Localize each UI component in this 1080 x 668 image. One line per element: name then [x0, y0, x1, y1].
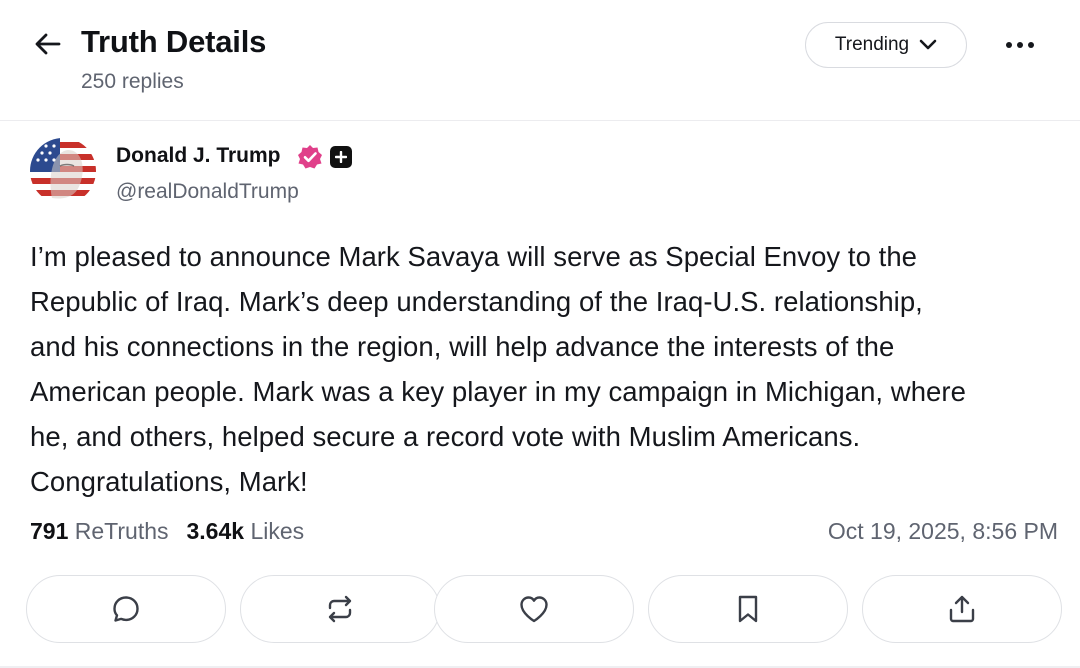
- header: Truth Details 250 replies Trending: [0, 0, 1080, 121]
- sort-label: Trending: [834, 34, 910, 55]
- retruths-label[interactable]: ReTruths: [75, 518, 169, 544]
- chevron-down-icon: [919, 39, 937, 50]
- sort-dropdown[interactable]: Trending: [805, 22, 967, 68]
- share-icon: [949, 595, 975, 623]
- verified-badge-icon: [298, 145, 322, 169]
- more-dot-icon: [1017, 42, 1023, 48]
- post-stats: 791 ReTruths 3.64k Likes: [30, 518, 304, 545]
- plus-badge-icon: [330, 146, 352, 168]
- author-handle[interactable]: @realDonaldTrump: [116, 180, 299, 204]
- author-name[interactable]: Donald J. Trump: [116, 144, 281, 168]
- bookmark-icon: [738, 595, 758, 623]
- retruths-count[interactable]: 791: [30, 518, 68, 544]
- reply-button[interactable]: [26, 575, 226, 643]
- page-title: Truth Details: [81, 24, 267, 59]
- likes-label[interactable]: Likes: [250, 518, 304, 544]
- share-button[interactable]: [862, 575, 1062, 643]
- back-button[interactable]: [30, 26, 66, 62]
- heart-icon: [520, 596, 548, 623]
- comment-icon: [113, 596, 139, 622]
- more-dot-icon: [1028, 42, 1034, 48]
- retruth-button[interactable]: [240, 575, 440, 643]
- avatar-image: [30, 138, 96, 204]
- like-button[interactable]: [434, 575, 634, 643]
- post-body: I’m pleased to announce Mark Savaya will…: [30, 241, 966, 497]
- reply-count: 250 replies: [81, 70, 184, 93]
- post-timestamp: Oct 19, 2025, 8:56 PM: [827, 518, 1058, 544]
- bookmark-button[interactable]: [648, 575, 848, 643]
- likes-count[interactable]: 3.64k: [187, 518, 245, 544]
- more-dot-icon: [1006, 42, 1012, 48]
- avatar[interactable]: [30, 138, 96, 204]
- action-bar: [26, 575, 1066, 643]
- repost-icon: [328, 595, 352, 623]
- arrow-left-icon: [35, 33, 61, 55]
- more-options-button[interactable]: [1000, 30, 1040, 60]
